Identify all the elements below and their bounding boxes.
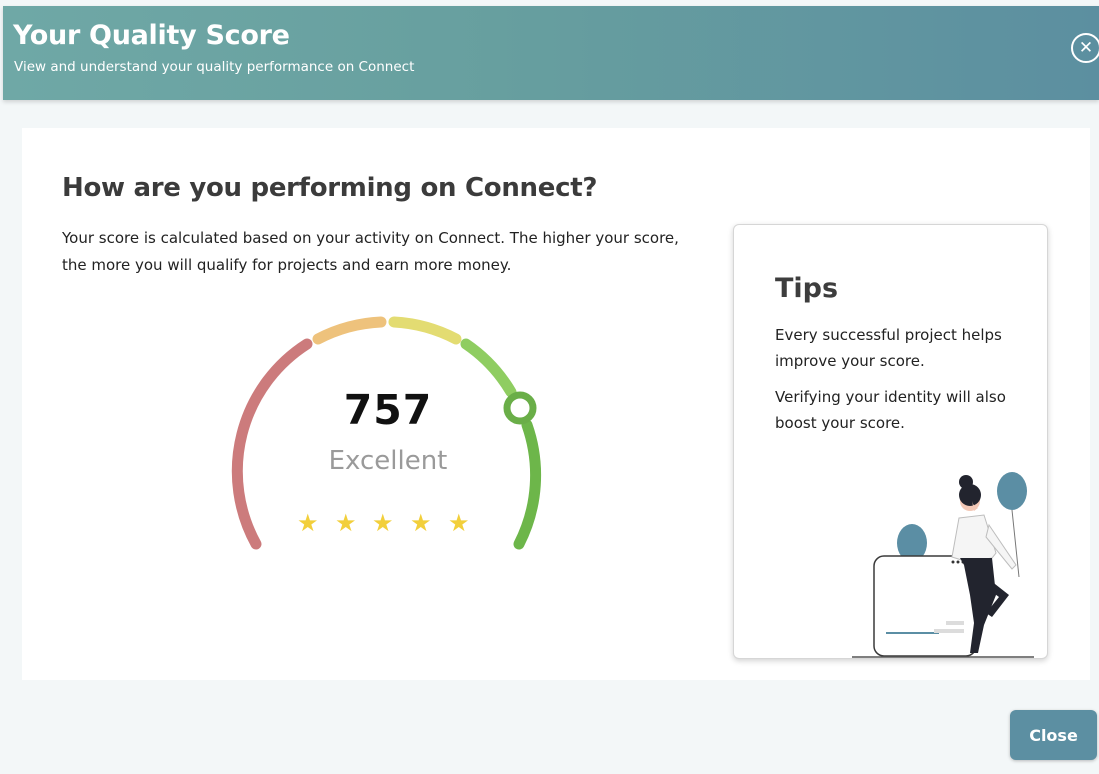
- performance-description: Your score is calculated based on your a…: [62, 229, 679, 274]
- star-icon: ★: [372, 509, 394, 537]
- dialog-subtitle: View and understand your quality perform…: [14, 59, 415, 75]
- performance-heading: How are you performing on Connect?: [62, 173, 598, 203]
- score-rating-label: Excellent: [328, 446, 448, 476]
- close-icon[interactable]: ✕: [1071, 33, 1099, 63]
- star-icon: ★: [297, 509, 319, 537]
- rating-stars: ★ ★ ★ ★ ★: [297, 511, 487, 537]
- star-icon: ★: [410, 509, 432, 537]
- dialog-header: Your Quality Score View and understand y…: [3, 6, 1099, 100]
- tips-card: Tips Every successful project helps impr…: [733, 224, 1048, 659]
- woman-with-balloons-illustration: [852, 472, 1034, 658]
- close-button[interactable]: Close: [1010, 710, 1097, 760]
- star-icon: ★: [335, 509, 357, 537]
- score-value: 757: [343, 386, 433, 434]
- dialog-title: Your Quality Score: [13, 20, 290, 51]
- star-icon: ★: [448, 509, 470, 537]
